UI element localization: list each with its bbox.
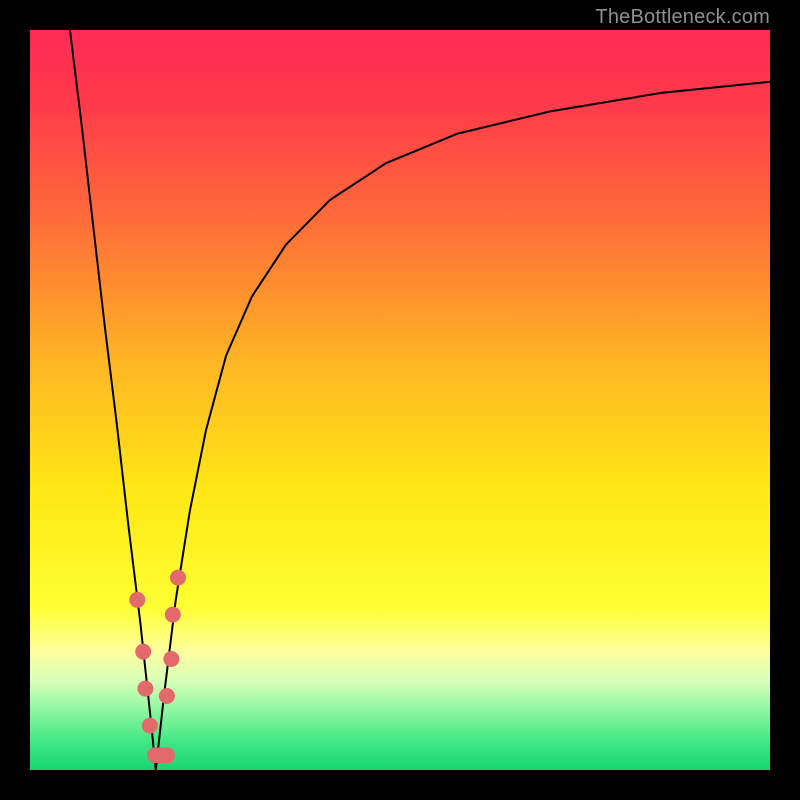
marker-dot bbox=[135, 644, 151, 660]
marker-dot bbox=[142, 718, 158, 734]
curve-right-branch bbox=[156, 82, 770, 770]
plot-area bbox=[30, 30, 770, 770]
chart-frame: TheBottleneck.com bbox=[0, 0, 800, 800]
marker-dot bbox=[170, 570, 186, 586]
marker-dot bbox=[159, 747, 175, 763]
marker-dot bbox=[137, 681, 153, 697]
marker-dot bbox=[165, 607, 181, 623]
curve-layer bbox=[30, 30, 770, 770]
marker-dot bbox=[129, 592, 145, 608]
watermark-text: TheBottleneck.com bbox=[595, 6, 770, 29]
marker-dot bbox=[159, 688, 175, 704]
highlight-markers bbox=[129, 570, 186, 764]
marker-dot bbox=[163, 651, 179, 667]
